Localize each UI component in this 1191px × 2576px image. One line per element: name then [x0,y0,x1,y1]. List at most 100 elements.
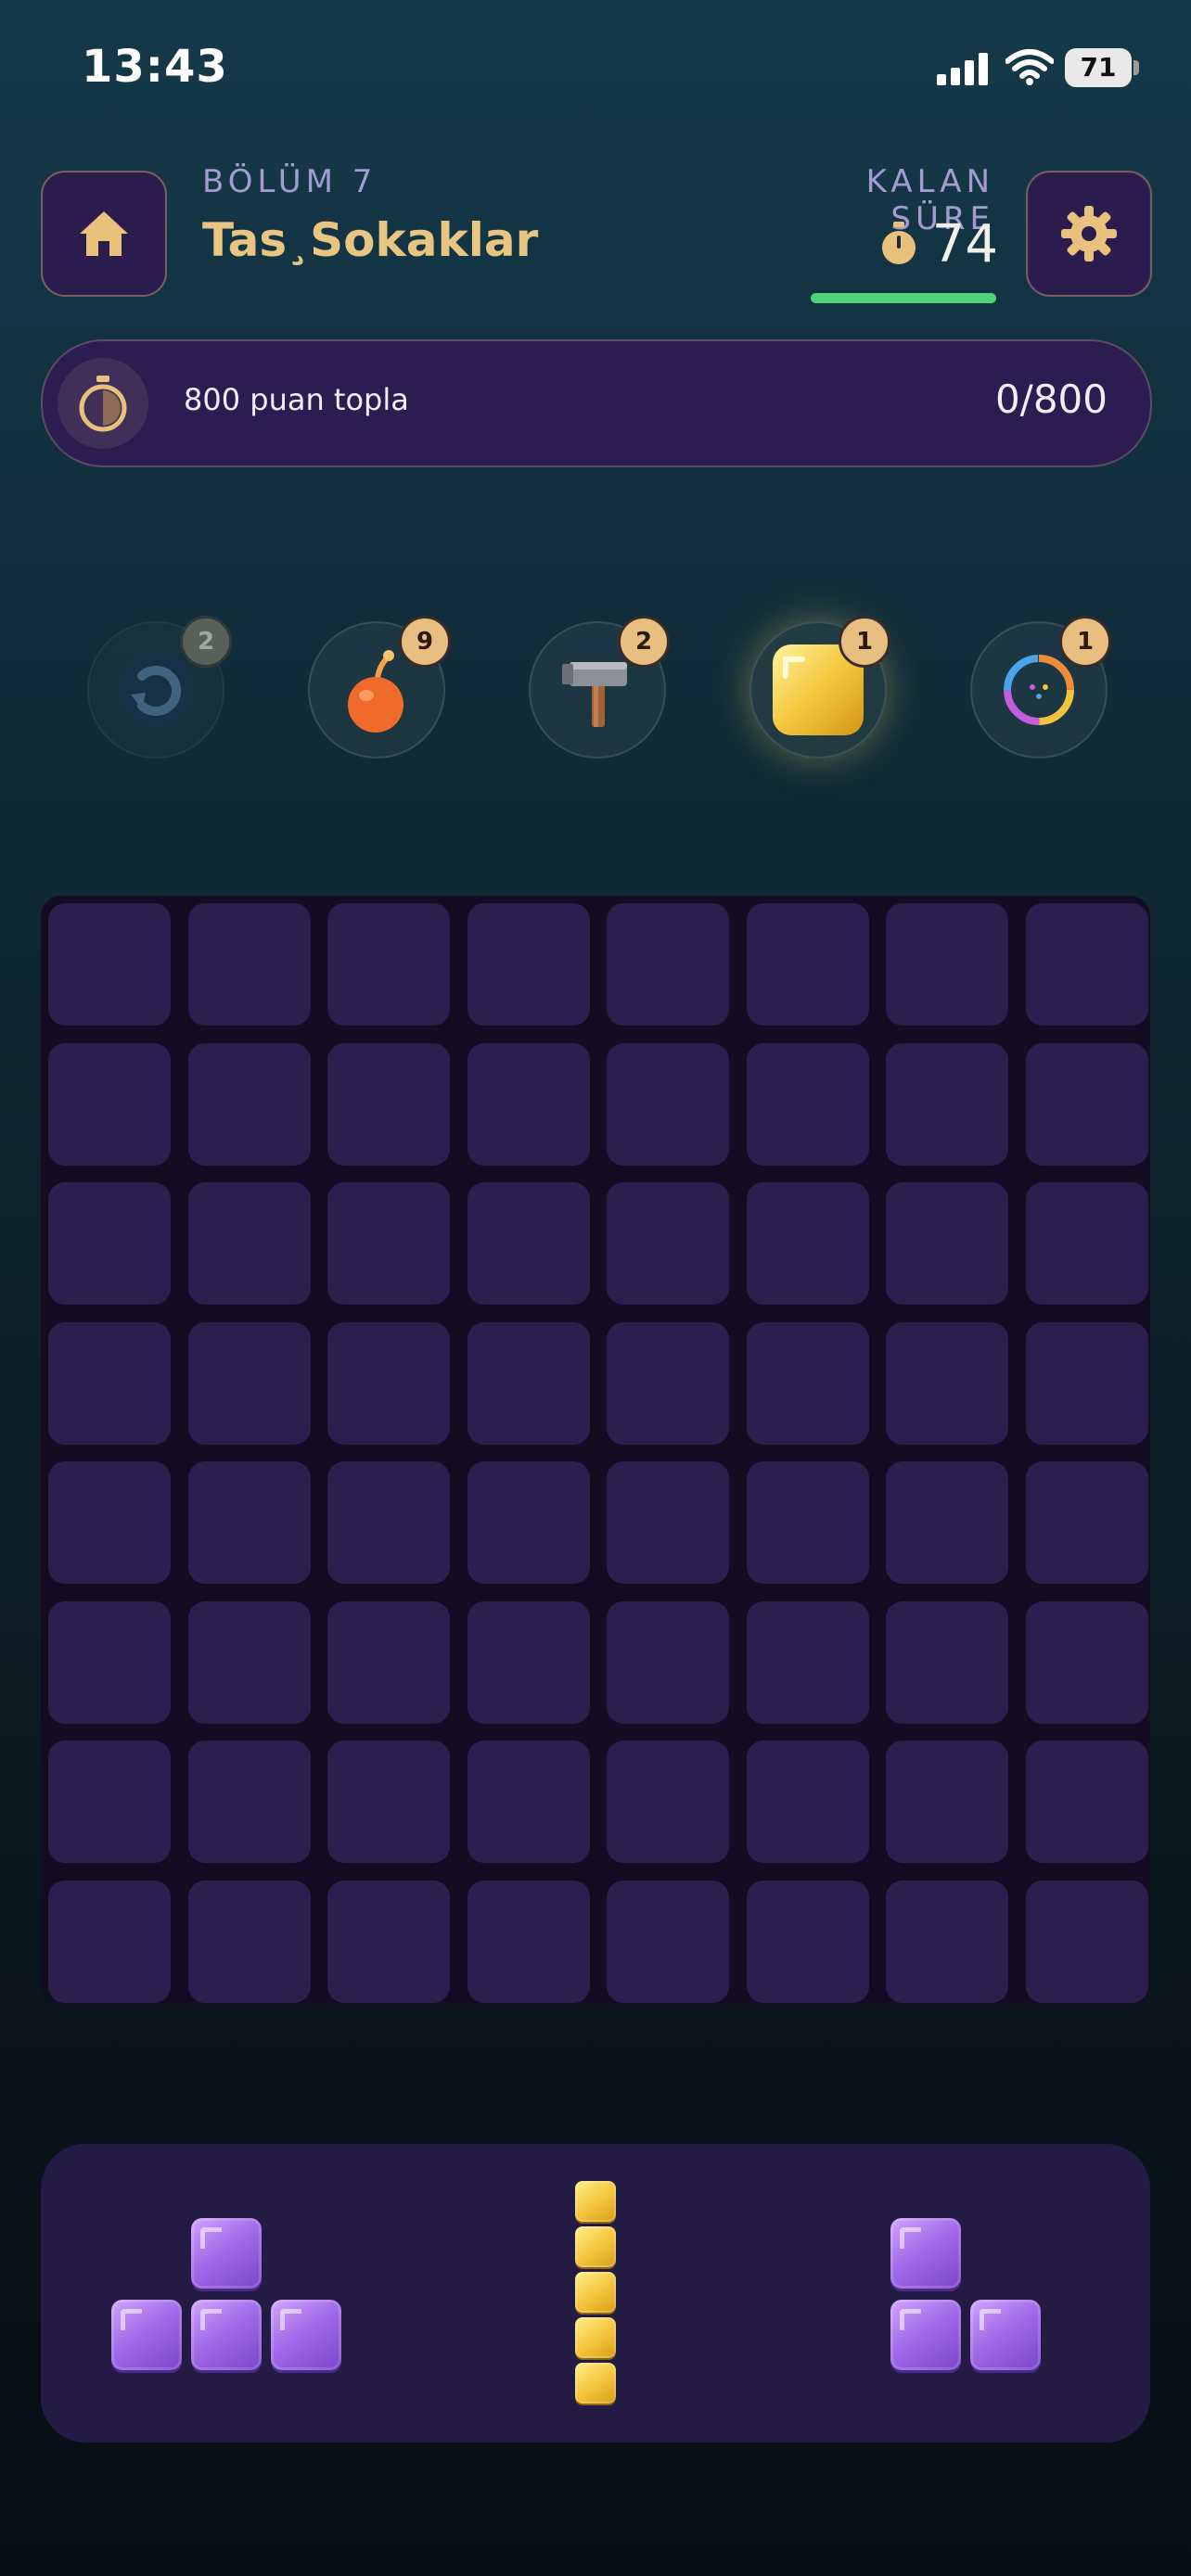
purple-block [890,2218,961,2289]
timer-progress-bar [811,293,996,303]
timer-value: 74 [931,213,998,274]
board-cell[interactable] [746,1600,869,1724]
board-cell[interactable] [187,1042,311,1166]
board-cell[interactable] [327,1321,450,1445]
goal-stopwatch-icon [58,358,148,449]
board-cell[interactable] [746,1880,869,2003]
board-cell[interactable] [886,1042,1008,1166]
board-cell[interactable] [467,903,590,1026]
board-cell[interactable] [327,1042,450,1166]
board-cell[interactable] [467,1042,590,1166]
purple-block [111,2300,182,2370]
board-cell[interactable] [1025,1321,1148,1445]
board-cell[interactable] [607,1461,729,1584]
cellular-signal-icon [937,53,988,85]
board-cell[interactable] [48,1600,171,1724]
purple-block [890,2300,961,2370]
board-cell[interactable] [187,1461,311,1584]
undo-icon [119,653,193,727]
board-cell[interactable] [187,1741,311,1863]
board-cell[interactable] [746,1182,869,1305]
purple-block [970,2300,1041,2370]
board-cell[interactable] [467,1182,590,1305]
board-cell[interactable] [187,1600,311,1724]
board-cell[interactable] [746,1741,869,1863]
yellow-block [575,2181,616,2222]
board-cell[interactable] [607,1182,729,1305]
board-cell[interactable] [327,1741,450,1863]
board-cell[interactable] [467,1741,590,1863]
status-time: 13:43 [82,41,228,93]
board-cell[interactable] [327,1461,450,1584]
board-cell[interactable] [1025,1600,1148,1724]
booster-gold-block-count: 1 [839,616,890,668]
yellow-block [575,2317,616,2358]
board-cell[interactable] [746,903,869,1026]
goal-bar: 800 puan topla 0/800 [41,339,1152,467]
purple-block [191,2218,262,2289]
board-cell[interactable] [886,903,1008,1026]
board-cell[interactable] [886,1600,1008,1724]
level-title: Tas¸Sokaklar [202,213,539,267]
board-cell[interactable] [607,1600,729,1724]
board-cell[interactable] [187,1880,311,2003]
piece-tray [41,2144,1150,2442]
board-cell[interactable] [1025,903,1148,1026]
gear-icon [1061,206,1117,261]
yellow-block [575,2272,616,2313]
board-cell[interactable] [746,1321,869,1445]
board-cell[interactable] [467,1461,590,1584]
board-cell[interactable] [48,1880,171,2003]
board-cell[interactable] [1025,1880,1148,2003]
board-cell[interactable] [327,1182,450,1305]
board-cell[interactable] [48,903,171,1026]
purple-block [271,2300,341,2370]
level-label: BÖLÜM 7 [202,163,378,200]
board-cell[interactable] [467,1321,590,1445]
board-cell[interactable] [886,1880,1008,2003]
booster-undo-count: 2 [180,616,232,668]
yellow-block [575,2226,616,2267]
board-cell[interactable] [1025,1042,1148,1166]
home-icon [80,211,128,256]
board-cell[interactable] [467,1600,590,1724]
board-cell[interactable] [607,1880,729,2003]
settings-button[interactable] [1026,171,1152,297]
board-cell[interactable] [327,1600,450,1724]
board-cell[interactable] [886,1182,1008,1305]
board-cell[interactable] [886,1321,1008,1445]
board-cell[interactable] [1025,1182,1148,1305]
wifi-icon [1005,49,1054,85]
board-cell[interactable] [48,1321,171,1445]
board-cell[interactable] [187,1182,311,1305]
board-cell[interactable] [886,1741,1008,1863]
stopwatch-icon [881,222,916,264]
goal-text: 800 puan topla [184,382,409,417]
timer: 74 [872,211,998,276]
board-cell[interactable] [48,1741,171,1863]
board-cell[interactable] [187,1321,311,1445]
board-cell[interactable] [607,1741,729,1863]
board-cell[interactable] [467,1880,590,2003]
goal-progress: 0/800 [994,376,1108,422]
board-cell[interactable] [746,1461,869,1584]
board-cell[interactable] [607,1042,729,1166]
board-cell[interactable] [48,1042,171,1166]
battery-indicator: 71 [1065,48,1141,87]
board-cell[interactable] [1025,1461,1148,1584]
purple-block [191,2300,262,2370]
booster-bomb-count: 9 [399,616,451,668]
home-button[interactable] [41,171,167,297]
board-cell[interactable] [48,1461,171,1584]
board-cell[interactable] [886,1461,1008,1584]
board-cell[interactable] [48,1182,171,1305]
board-cell[interactable] [607,903,729,1026]
board-cell[interactable] [327,1880,450,2003]
booster-rainbow-count: 1 [1059,616,1111,668]
board-cell[interactable] [607,1321,729,1445]
board-cell[interactable] [187,903,311,1026]
board-cell[interactable] [746,1042,869,1166]
board-cell[interactable] [1025,1741,1148,1863]
board-cell[interactable] [327,903,450,1026]
game-board[interactable] [41,896,1150,2005]
